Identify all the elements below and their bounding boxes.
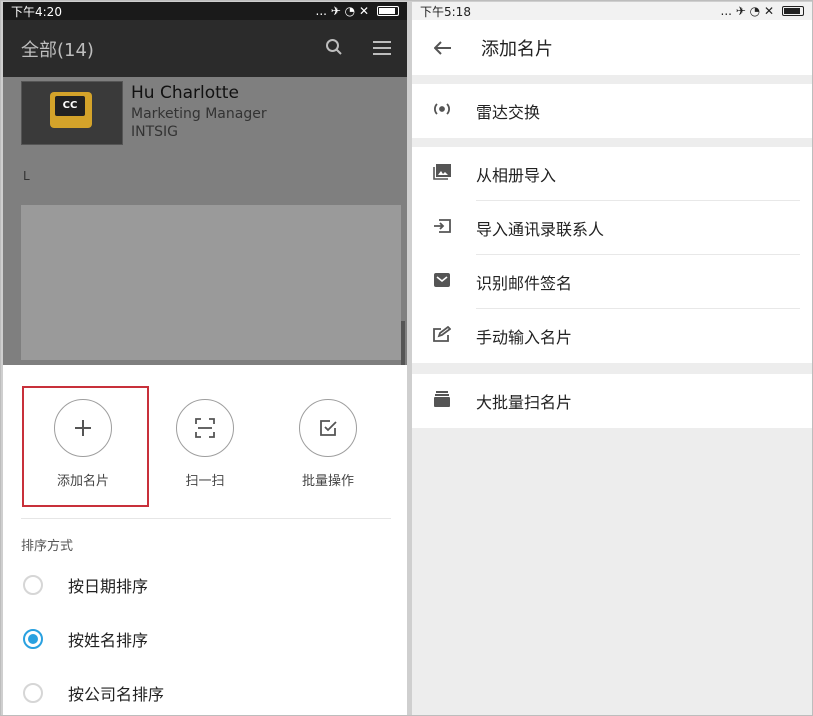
status-time: 下午4:20 <box>11 4 62 19</box>
highlight-box <box>22 386 149 507</box>
menu-item-label: 大批量扫名片 <box>476 393 573 412</box>
menu-item-mail-signature[interactable]: 识别邮件签名 <box>412 255 812 309</box>
sort-heading: 排序方式 <box>21 539 74 554</box>
sort-option-company[interactable]: 按公司名排序 <box>23 681 164 705</box>
card-title: Marketing Manager <box>131 106 267 122</box>
menu-group-import: 从相册导入 导入通讯录联系人 识别邮件签名 手动输入名片 <box>412 147 812 363</box>
sort-option-date[interactable]: 按日期排序 <box>23 573 148 597</box>
radio-icon[interactable] <box>23 683 43 703</box>
import-contacts-icon <box>432 218 452 238</box>
battery-icon <box>377 6 399 16</box>
search-icon[interactable] <box>323 37 345 61</box>
status-time: 下午5:18 <box>420 4 471 19</box>
status-icon-text: ... ✈ ◔ ✕ <box>720 4 774 18</box>
menu-item-label: 手动输入名片 <box>476 328 573 347</box>
batch-action[interactable]: 批量操作 <box>273 399 383 489</box>
batch-label: 批量操作 <box>301 474 354 489</box>
sort-option-name[interactable]: 按姓名排序 <box>23 627 148 651</box>
batch-check-icon <box>299 399 357 457</box>
menu-group-batch: 大批量扫名片 <box>412 374 812 428</box>
scan-action[interactable]: 扫一扫 <box>150 399 260 489</box>
divider <box>21 518 391 519</box>
scan-icon <box>176 399 234 457</box>
scan-label: 扫一扫 <box>185 474 225 489</box>
top-bar: 添加名片 <box>412 20 812 75</box>
status-bar: 下午4:20 ... ✈ ◔ ✕ <box>3 2 407 20</box>
card-item[interactable]: CC Hu Charlotte Marketing Manager INTSIG <box>21 81 391 147</box>
status-icons: ... ✈ ◔ ✕ <box>316 4 399 18</box>
page-title: 添加名片 <box>481 38 553 60</box>
card-thumbnail: CC <box>21 81 123 145</box>
scrollbar[interactable] <box>401 321 405 365</box>
menu-item-label: 导入通讯录联系人 <box>476 220 605 239</box>
menu-item-label: 识别邮件签名 <box>476 274 573 293</box>
edit-icon <box>432 325 452 346</box>
right-screen: 下午5:18 ... ✈ ◔ ✕ 添加名片 雷达交换 从相册导入 导入通讯录联系… <box>412 2 812 715</box>
menu-group-radar: 雷达交换 <box>412 84 812 138</box>
radar-icon <box>432 101 452 121</box>
menu-item-radar-exchange[interactable]: 雷达交换 <box>412 84 812 138</box>
sort-option-label: 按公司名排序 <box>68 685 165 704</box>
card-name: Hu Charlotte <box>131 83 239 103</box>
sort-option-label: 按姓名排序 <box>68 631 149 650</box>
status-icon-text: ... ✈ ◔ ✕ <box>315 4 369 18</box>
top-bar: 全部(14) <box>3 20 407 77</box>
battery-icon <box>782 6 804 16</box>
page-title: 全部(14) <box>21 39 94 61</box>
stack-icon <box>432 391 452 411</box>
gallery-icon <box>432 164 452 184</box>
menu-icon[interactable] <box>371 37 393 61</box>
menu-item-batch-scan[interactable]: 大批量扫名片 <box>412 374 812 428</box>
radio-selected-icon[interactable] <box>23 629 43 649</box>
status-bar: 下午5:18 ... ✈ ◔ ✕ <box>412 2 812 20</box>
menu-item-import-album[interactable]: 从相册导入 <box>412 147 812 201</box>
screenshot-frame: 下午4:20 ... ✈ ◔ ✕ 全部(14) CC Hu Charlotte … <box>0 0 813 716</box>
section-letter: L <box>23 169 30 183</box>
bottom-sheet: 添加名片 扫一扫 批量操作 排序方式 按日期排序 按姓名排序 按公司名排序 <box>3 365 407 715</box>
back-arrow-icon[interactable] <box>433 36 454 60</box>
left-screen: 下午4:20 ... ✈ ◔ ✕ 全部(14) CC Hu Charlotte … <box>3 2 407 715</box>
sort-option-label: 按日期排序 <box>68 577 149 596</box>
dimmed-card-list: CC Hu Charlotte Marketing Manager INTSIG… <box>3 77 407 365</box>
status-icons: ... ✈ ◔ ✕ <box>721 4 804 18</box>
menu-item-import-contacts[interactable]: 导入通讯录联系人 <box>412 201 812 255</box>
mail-signature-icon <box>432 272 452 292</box>
menu-item-label: 雷达交换 <box>476 103 541 122</box>
card-thumbnail-logo: CC <box>55 96 85 116</box>
radio-icon[interactable] <box>23 575 43 595</box>
menu-item-manual-input[interactable]: 手动输入名片 <box>412 309 812 363</box>
menu-item-label: 从相册导入 <box>476 166 557 185</box>
card-placeholder <box>21 205 401 360</box>
card-company: INTSIG <box>131 124 179 140</box>
